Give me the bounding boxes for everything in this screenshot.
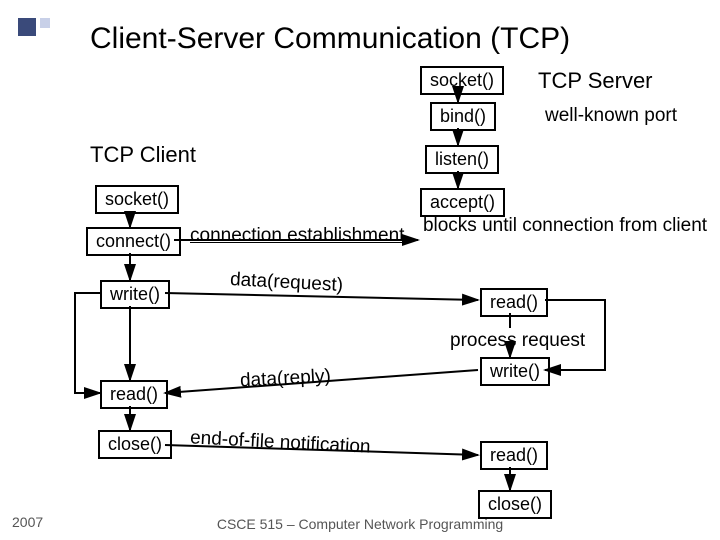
client-write-box: write() [100, 280, 170, 309]
server-bind-box: bind() [430, 102, 496, 131]
client-read-box: read() [100, 380, 168, 409]
server-socket-box: socket() [420, 66, 504, 95]
server-label: TCP Server [538, 68, 653, 94]
server-accept-note: blocks until connection from client [415, 215, 715, 237]
server-accept-box: accept() [420, 188, 505, 217]
client-close-box: close() [98, 430, 172, 459]
msg-data-reply: data(reply) [239, 366, 331, 393]
slide-bullet-decoration [18, 18, 50, 41]
slide: Client-Server Communication (TCP) TCP Se… [0, 0, 720, 540]
server-listen-box: listen() [425, 145, 499, 174]
msg-conn-est: connection establishment [190, 225, 404, 247]
server-write-box: write() [480, 357, 550, 386]
slide-title: Client-Server Communication (TCP) [90, 22, 570, 56]
server-read2-box: read() [480, 441, 548, 470]
msg-eof: end-of-file notification [190, 427, 372, 458]
client-socket-box: socket() [95, 185, 179, 214]
msg-data-request: data(request) [230, 269, 344, 297]
server-read1-box: read() [480, 288, 548, 317]
server-process-note: process request [450, 330, 585, 352]
client-connect-box: connect() [86, 227, 181, 256]
server-close-box: close() [478, 490, 552, 519]
footer-course: CSCE 515 – Computer Network Programming [0, 516, 720, 532]
client-label: TCP Client [90, 142, 196, 168]
well-known-port-note: well-known port [545, 105, 677, 127]
